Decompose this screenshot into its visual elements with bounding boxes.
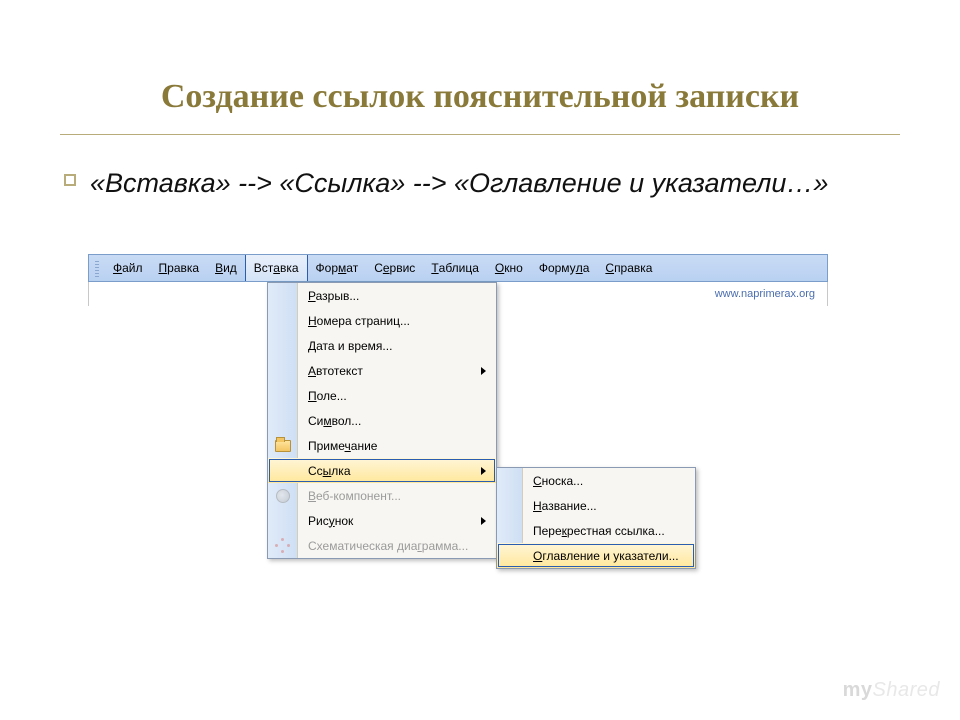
- dropdown-item[interactable]: Рисунок: [268, 508, 496, 533]
- dropdown-iconcol: [268, 383, 298, 408]
- menu-окно[interactable]: Окно: [487, 255, 531, 281]
- submenu-item[interactable]: Перекрестная ссылка...: [497, 518, 695, 543]
- dropdown-item[interactable]: Дата и время...: [268, 333, 496, 358]
- dropdown-item-label: Поле...: [298, 389, 496, 403]
- submenu-item-label: Оглавление и указатели...: [523, 549, 695, 563]
- bullet-marker: [64, 174, 76, 186]
- submenu-item[interactable]: Сноска...: [497, 468, 695, 493]
- insert-dropdown-menu: Разрыв... Номера страниц... Дата и время..…: [267, 282, 497, 559]
- menu-таблица[interactable]: Таблица: [423, 255, 487, 281]
- dropdown-item[interactable]: Ссылка: [268, 458, 496, 483]
- myshared-logo: myShared: [843, 679, 940, 702]
- dropdown-iconcol: [268, 433, 298, 458]
- bullet-row: «Вставка» --> «Ссылка» --> «Оглавление и…: [0, 165, 960, 201]
- title-underline: [60, 134, 900, 135]
- dropdown-item-label: Разрыв...: [298, 289, 496, 303]
- dropdown-iconcol: [268, 333, 298, 358]
- dropdown-iconcol: [268, 483, 298, 508]
- submenu-iconcol: [497, 543, 523, 568]
- dropdown-item-label: Дата и время...: [298, 339, 496, 353]
- dropdown-item-label: Ссылка: [298, 464, 481, 478]
- bullet-text: «Вставка» --> «Ссылка» --> «Оглавление и…: [90, 165, 828, 201]
- dropdown-item[interactable]: Поле...: [268, 383, 496, 408]
- dropdown-iconcol: [268, 533, 298, 558]
- dropdown-iconcol: [268, 508, 298, 533]
- dropdown-item: Веб-компонент...: [268, 483, 496, 508]
- dropdown-item-label: Схематическая диаграмма...: [298, 539, 496, 553]
- diagram-icon: [275, 538, 291, 554]
- menu-формат[interactable]: Формат: [308, 255, 367, 281]
- dropdown-iconcol: [268, 308, 298, 333]
- toolbar-grip: [95, 259, 99, 277]
- submenu-arrow-icon: [481, 467, 486, 475]
- menu-вставка[interactable]: Вставка: [245, 255, 308, 281]
- folder-icon: [275, 440, 291, 452]
- menu-правка[interactable]: Правка: [151, 255, 208, 281]
- submenu-item-label: Перекрестная ссылка...: [523, 524, 695, 538]
- submenu-iconcol: [497, 518, 523, 543]
- menubar: ФайлПравкаВидВставкаФорматСервисТаблицаО…: [88, 254, 828, 282]
- globe-icon: [276, 489, 290, 503]
- submenu-iconcol: [497, 468, 523, 493]
- submenu-arrow-icon: [481, 517, 486, 525]
- submenu-iconcol: [497, 493, 523, 518]
- watermark-link[interactable]: www.naprimerax.org: [715, 288, 815, 300]
- submenu-arrow-icon: [481, 367, 486, 375]
- submenu-item-label: Сноска...: [523, 474, 695, 488]
- submenu-item[interactable]: Название...: [497, 493, 695, 518]
- logo-part1: my: [843, 679, 873, 701]
- link-submenu: Сноска... Название... Перекрестная ссылка.…: [496, 467, 696, 569]
- dropdown-iconcol: [268, 408, 298, 433]
- menu-вид[interactable]: Вид: [207, 255, 245, 281]
- dropdown-item[interactable]: Примечание: [268, 433, 496, 458]
- dropdown-iconcol: [268, 458, 298, 483]
- logo-part2: Shared: [873, 679, 941, 701]
- dropdown-item-label: Примечание: [298, 439, 496, 453]
- dropdown-iconcol: [268, 358, 298, 383]
- dropdown-item: Схематическая диаграмма...: [268, 533, 496, 558]
- menu-формула[interactable]: Формула: [531, 255, 598, 281]
- menu-файл[interactable]: Файл: [105, 255, 151, 281]
- dropdown-item-label: Автотекст: [298, 364, 481, 378]
- dropdown-item-label: Веб-компонент...: [298, 489, 496, 503]
- dropdown-item[interactable]: Символ...: [268, 408, 496, 433]
- dropdown-item-label: Символ...: [298, 414, 496, 428]
- menu-сервис[interactable]: Сервис: [366, 255, 423, 281]
- dropdown-iconcol: [268, 283, 298, 308]
- submenu-item-label: Название...: [523, 499, 695, 513]
- dropdown-item-label: Номера страниц...: [298, 314, 496, 328]
- submenu-item[interactable]: Оглавление и указатели...: [497, 543, 695, 568]
- dropdown-item[interactable]: Автотекст: [268, 358, 496, 383]
- slide-title: Создание ссылок пояснительной записки: [0, 0, 960, 134]
- dropdown-item[interactable]: Разрыв...: [268, 283, 496, 308]
- dropdown-item[interactable]: Номера страниц...: [268, 308, 496, 333]
- dropdown-item-label: Рисунок: [298, 514, 481, 528]
- menu-справка[interactable]: Справка: [597, 255, 660, 281]
